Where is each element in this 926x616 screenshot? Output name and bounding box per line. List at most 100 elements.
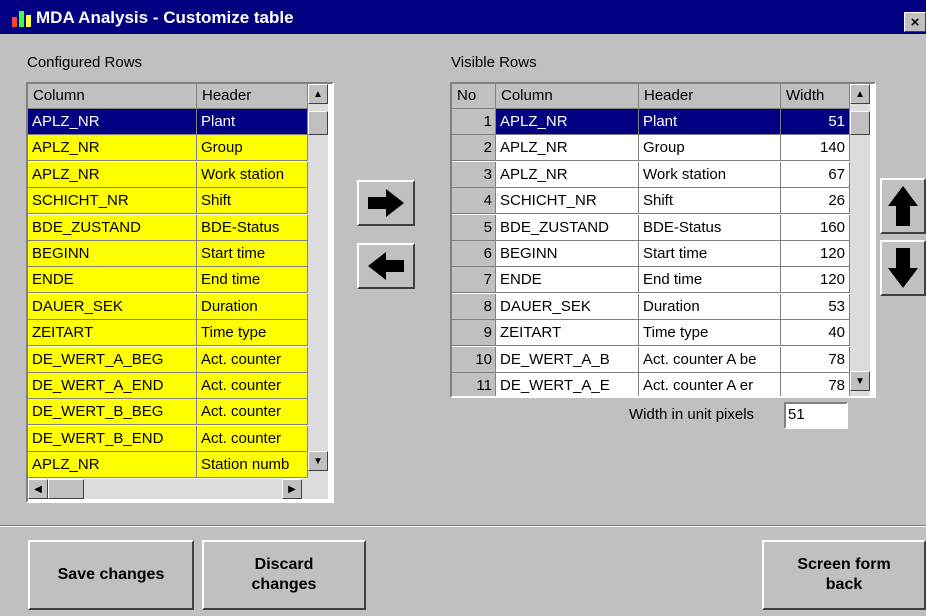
header-cell[interactable]: Station numb [197,452,308,479]
width-cell[interactable]: 26 [781,188,850,215]
header-cell[interactable]: Group [197,135,308,162]
column-cell[interactable]: SCHICHT_NR [496,188,639,215]
scroll-up-icon[interactable]: ▲ [850,84,870,104]
close-button[interactable]: × [904,12,926,32]
header-cell[interactable]: End time [639,267,781,294]
column-cell[interactable]: ZEITART [28,320,197,347]
row-number-cell[interactable]: 1 [452,109,496,135]
header-cell[interactable]: Time type [197,320,308,347]
width-cell[interactable]: 51 [781,109,850,135]
header-cell[interactable]: End time [197,267,308,294]
header-cell[interactable]: BDE-Status [639,214,781,241]
column-cell[interactable]: BEGINN [496,241,639,267]
move-up-button[interactable] [880,178,926,234]
scroll-thumb[interactable] [308,111,328,135]
column-cell[interactable]: SCHICHT_NR [28,188,197,215]
header-cell[interactable]: Plant [197,109,308,135]
width-cell[interactable]: 140 [781,135,850,162]
column-cell[interactable]: DE_WERT_A_E [496,373,639,396]
screen-form-back-button[interactable]: Screen form back [762,540,926,610]
column-cell[interactable]: DE_WERT_B_END [28,425,197,452]
width-cell[interactable]: 78 [781,346,850,373]
column-cell[interactable]: APLZ_NR [28,109,197,135]
column-cell[interactable]: APLZ_NR [496,135,639,162]
column-cell[interactable]: APLZ_NR [496,109,639,135]
discard-changes-button[interactable]: Discard changes [202,540,366,610]
column-cell[interactable]: APLZ_NR [28,452,197,479]
hscroll-thumb[interactable] [48,479,84,499]
scroll-left-icon[interactable]: ◀ [28,479,48,499]
width-cell[interactable]: 120 [781,267,850,294]
move-down-button[interactable] [880,240,926,296]
header-cell[interactable]: Act. counter A be [639,346,781,373]
scroll-down-icon[interactable]: ▼ [850,371,870,391]
column-cell[interactable]: ENDE [28,267,197,294]
row-number-cell[interactable]: 11 [452,373,496,396]
width-header[interactable]: Width [781,84,850,109]
move-left-button[interactable] [357,243,415,289]
header-cell[interactable]: BDE-Status [197,214,308,241]
width-cell[interactable]: 40 [781,320,850,347]
scroll-thumb[interactable] [850,111,870,135]
header-cell[interactable]: Work station [639,161,781,188]
row-number-cell[interactable]: 2 [452,135,496,162]
header-cell[interactable]: Act. counter [197,425,308,452]
column-cell[interactable]: DE_WERT_A_BEG [28,346,197,373]
column-cell[interactable]: BDE_ZUSTAND [28,214,197,241]
column-header[interactable]: Column [28,84,197,109]
header-cell[interactable]: Act. counter [197,373,308,399]
header-cell[interactable]: Time type [639,320,781,347]
visible-rows-grid[interactable]: No Column Header Width 1 APLZ_NR Plant 51 2 A… [450,82,876,398]
no-header[interactable]: No [452,84,496,109]
width-cell[interactable]: 78 [781,373,850,396]
row-number-cell[interactable]: 10 [452,346,496,373]
column-cell[interactable]: APLZ_NR [28,161,197,188]
width-cell[interactable]: 53 [781,293,850,320]
scroll-down-icon[interactable]: ▼ [308,451,328,471]
row-number-cell[interactable]: 6 [452,241,496,267]
header-cell[interactable]: Start time [639,241,781,267]
row-number-cell[interactable]: 7 [452,267,496,294]
scroll-up-icon[interactable]: ▲ [308,84,328,104]
scroll-right-icon[interactable]: ▶ [282,479,302,499]
header-cell[interactable]: Plant [639,109,781,135]
row-number-cell[interactable]: 3 [452,161,496,188]
row-number-cell[interactable]: 5 [452,214,496,241]
header-cell[interactable]: Shift [639,188,781,215]
header-cell[interactable]: Shift [197,188,308,215]
column-cell[interactable]: APLZ_NR [28,135,197,162]
column-cell[interactable]: BEGINN [28,241,197,267]
configured-vertical-scrollbar[interactable]: ▲ ▼ [308,84,328,479]
width-cell[interactable]: 120 [781,241,850,267]
column-cell[interactable]: APLZ_NR [496,161,639,188]
move-right-button[interactable] [357,180,415,226]
header-cell[interactable]: Work station [197,161,308,188]
column-cell[interactable]: DE_WERT_A_B [496,346,639,373]
header-cell[interactable]: Group [639,135,781,162]
column-cell[interactable]: ZEITART [496,320,639,347]
column-header[interactable]: Column [496,84,639,109]
column-cell[interactable]: DE_WERT_A_END [28,373,197,399]
row-number-cell[interactable]: 8 [452,293,496,320]
header-cell[interactable]: Act. counter [197,399,308,426]
column-cell[interactable]: DE_WERT_B_BEG [28,399,197,426]
column-cell[interactable]: DAUER_SEK [496,293,639,320]
width-input[interactable]: 51 [784,402,848,429]
configured-rows-grid[interactable]: Column Header APLZ_NR Plant APLZ_NR Group AP… [26,82,334,503]
header-cell[interactable]: Duration [639,293,781,320]
header-header[interactable]: Header [639,84,781,109]
column-cell[interactable]: ENDE [496,267,639,294]
width-cell[interactable]: 67 [781,161,850,188]
row-number-cell[interactable]: 4 [452,188,496,215]
header-cell[interactable]: Act. counter [197,346,308,373]
configured-horizontal-scrollbar[interactable]: ◀ ▶ [28,479,328,499]
width-cell[interactable]: 160 [781,214,850,241]
header-header[interactable]: Header [197,84,308,109]
column-cell[interactable]: DAUER_SEK [28,293,197,320]
header-cell[interactable]: Act. counter A er [639,373,781,396]
row-number-cell[interactable]: 9 [452,320,496,347]
visible-vertical-scrollbar[interactable]: ▲ ▼ [850,84,870,396]
header-cell[interactable]: Start time [197,241,308,267]
column-cell[interactable]: BDE_ZUSTAND [496,214,639,241]
header-cell[interactable]: Duration [197,293,308,320]
